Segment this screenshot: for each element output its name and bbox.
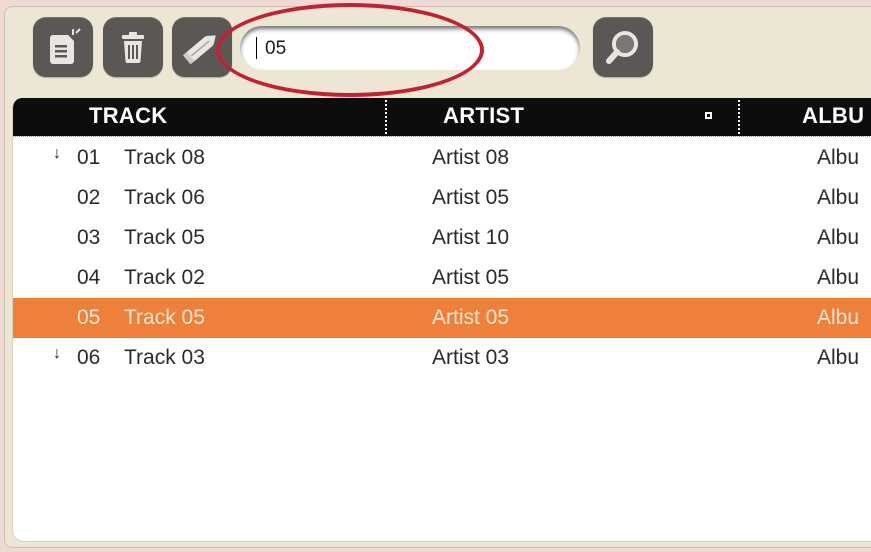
track-row[interactable]: ↓ 06 Track 03 Artist 03 Albu <box>13 338 871 378</box>
track-row-selected[interactable]: 05 Track 05 Artist 05 Albu <box>13 298 871 338</box>
track-row[interactable]: ↓ 01 Track 08 Artist 08 Albu <box>13 138 871 178</box>
search-input[interactable] <box>265 36 565 62</box>
delete-track-button[interactable] <box>103 17 163 77</box>
track-row[interactable]: 03 Track 05 Artist 10 Albu <box>13 218 871 258</box>
column-divider[interactable] <box>738 100 740 134</box>
magnifier-icon <box>606 31 638 64</box>
track-number: 04 <box>77 266 101 289</box>
track-artist: Artist 03 <box>432 346 510 369</box>
track-artist: Artist 05 <box>432 306 510 329</box>
column-header-row: TRACK ARTIST ALBU <box>13 98 871 136</box>
track-artist: Artist 05 <box>432 266 510 289</box>
track-artist: Artist 05 <box>432 186 510 209</box>
track-title: Track 03 <box>124 346 205 369</box>
down-arrow-icon: ↓ <box>53 345 61 362</box>
track-title: Track 05 <box>124 306 205 329</box>
track-number: 02 <box>77 186 101 209</box>
text-caret <box>256 37 257 59</box>
track-album: Albu <box>817 226 860 249</box>
down-arrow-icon: ↓ <box>53 145 61 162</box>
track-number: 03 <box>77 226 101 249</box>
track-artist: Artist 08 <box>432 146 510 169</box>
track-album: Albu <box>817 306 860 329</box>
search-field[interactable] <box>240 26 580 70</box>
track-number: 05 <box>77 306 101 329</box>
column-divider[interactable] <box>385 100 387 134</box>
search-button[interactable] <box>593 17 653 77</box>
new-document-icon <box>50 28 81 64</box>
trash-icon <box>122 32 144 63</box>
track-album: Albu <box>817 266 860 289</box>
track-number: 01 <box>77 146 101 169</box>
new-track-button[interactable] <box>33 17 93 77</box>
track-list[interactable]: TRACK ARTIST ALBU ↓ 01 Track 08 Artist 0… <box>12 98 871 542</box>
column-header-album[interactable]: ALBU <box>802 103 864 129</box>
track-album: Albu <box>817 346 860 369</box>
track-number: 06 <box>77 346 101 369</box>
track-row[interactable]: 02 Track 06 Artist 05 Albu <box>13 178 871 218</box>
track-title: Track 08 <box>124 146 205 169</box>
column-header-artist[interactable]: ARTIST <box>443 103 524 129</box>
edit-track-button[interactable] <box>172 17 232 77</box>
track-album: Albu <box>817 186 860 209</box>
header-divider <box>13 136 871 137</box>
track-artist: Artist 10 <box>432 226 510 249</box>
track-title: Track 06 <box>124 186 205 209</box>
column-options-icon[interactable] <box>705 112 712 119</box>
track-title: Track 02 <box>124 266 205 289</box>
track-title: Track 05 <box>124 226 205 249</box>
track-row[interactable]: 04 Track 02 Artist 05 Albu <box>13 258 871 298</box>
pencil-icon <box>183 35 216 65</box>
column-header-track[interactable]: TRACK <box>89 103 168 129</box>
track-album: Albu <box>817 146 860 169</box>
